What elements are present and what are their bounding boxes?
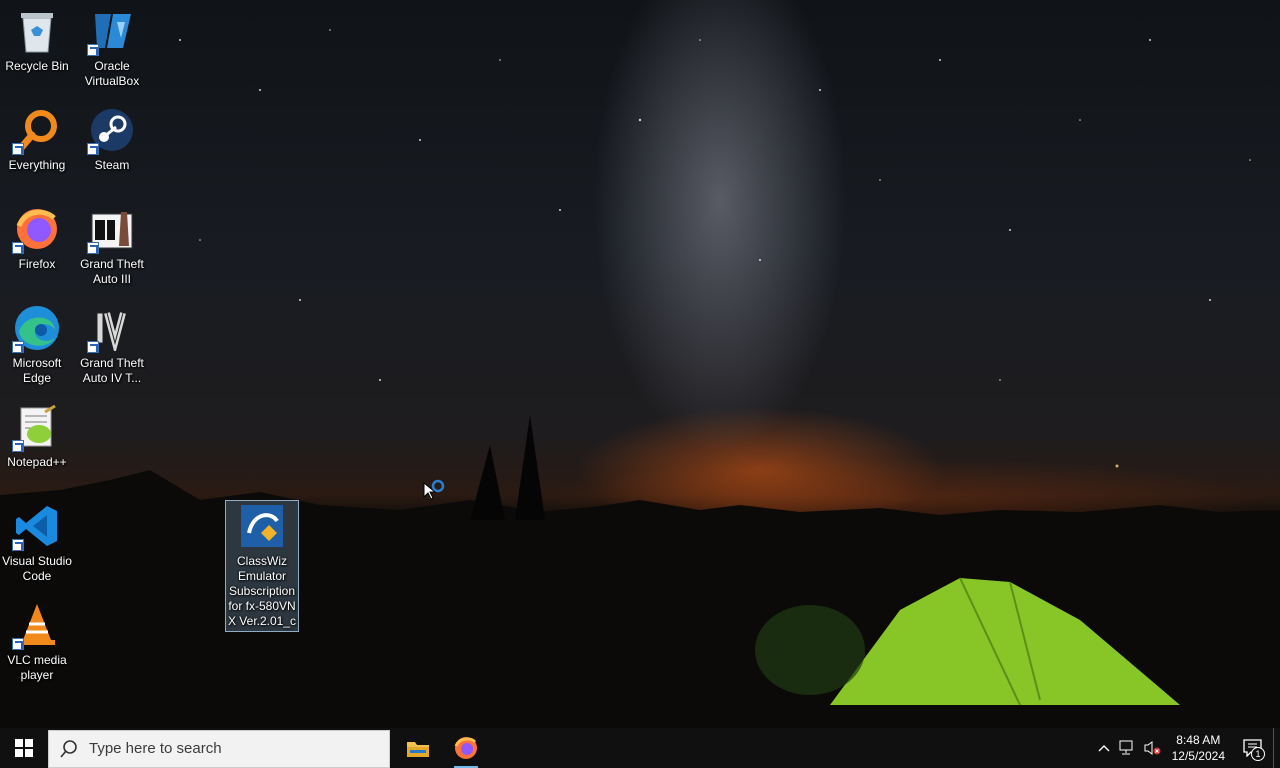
start-button[interactable] [0,728,48,768]
network-status-button[interactable] [1116,728,1140,768]
desktop-icon-label: Steam [94,158,130,172]
desktop-icon-label: Recycle Bin [5,59,69,73]
action-center-button[interactable]: 1 [1233,728,1273,768]
search-icon [60,739,77,758]
clock-date: 12/5/2024 [1171,749,1225,763]
shortcut-arrow-icon [87,341,99,353]
desktop-icon-label: Microsoft Edge [12,356,62,385]
taskbar: Type here to search 8:48 AM 12/5/2024 1 [0,728,1280,768]
edge-icon [12,303,62,353]
desktop-icon-recycle-bin[interactable]: Recycle Bin [0,6,74,74]
busy-cursor-icon [423,479,445,500]
system-tray: 8:48 AM 12/5/2024 1 [1092,728,1280,768]
desktop-icon-steam[interactable]: Steam [75,105,149,173]
shortcut-arrow-icon [12,539,24,551]
folder-icon [407,742,429,757]
shortcut-arrow-icon [87,44,99,56]
desktop-icon-classwiz-emulator[interactable]: ClassWiz Emulator Subscription for fx-58… [225,500,299,632]
vlc-cone-icon [12,600,62,650]
desktop-icon-firefox[interactable]: Firefox [0,204,74,272]
everything-icon [12,105,62,155]
search-placeholder: Type here to search [89,740,222,757]
desktop-icon-gta-iv[interactable]: Grand Theft Auto IV T... [75,303,149,386]
shortcut-arrow-icon [87,242,99,254]
desktop-icon-label: VLC media player [7,653,67,682]
clock-time: 8:48 AM [1176,733,1221,747]
desktop-icon-oracle-virtualbox[interactable]: Oracle VirtualBox [75,6,149,89]
chevron-up-icon [1098,745,1110,752]
shortcut-arrow-icon [12,638,24,650]
desktop-icon-vlc[interactable]: VLC media player [0,600,74,683]
desktop-icon-label: Grand Theft Auto III [80,257,144,286]
shortcut-arrow-icon [87,143,99,155]
speaker-muted-icon [1144,741,1161,755]
virtualbox-icon [87,6,137,56]
volume-button[interactable] [1140,728,1164,768]
wallpaper-night-sky [0,29,1280,728]
taskbar-file-explorer[interactable] [394,728,442,768]
desktop-background: Recycle Bin Everything Firefox Microsoft… [0,0,1280,728]
desktop-icon-label: ClassWiz Emulator Subscription for fx-58… [227,554,297,628]
recycle-bin-icon [12,6,62,56]
firefox-icon [12,204,62,254]
steam-icon [87,105,137,155]
gta-iv-icon [87,303,137,353]
show-desktop-button[interactable] [1273,728,1280,768]
notepad-plus-plus-icon [12,402,62,452]
taskbar-firefox[interactable] [442,728,490,768]
desktop-icon-visual-studio-code[interactable]: Visual Studio Code [0,501,74,584]
shortcut-arrow-icon [12,341,24,353]
vscode-icon [12,501,62,551]
desktop-icon-microsoft-edge[interactable]: Microsoft Edge [0,303,74,386]
taskbar-search-box[interactable]: Type here to search [48,729,390,768]
desktop-icon-label: Grand Theft Auto IV T... [80,356,144,385]
notification-count-badge: 1 [1251,747,1265,761]
desktop-icon-label: Oracle VirtualBox [84,59,140,88]
desktop-icon-gta-iii[interactable]: Grand Theft Auto III [75,204,149,287]
firefox-icon [454,737,477,759]
network-icon [1119,740,1133,755]
desktop-icon-label: Visual Studio Code [2,554,72,583]
windows-logo-icon [15,739,33,757]
desktop-icon-everything[interactable]: Everything [0,105,74,173]
classwiz-emulator-icon [237,501,287,551]
show-hidden-icons-button[interactable] [1092,728,1116,768]
shortcut-arrow-icon [12,440,24,452]
desktop-icon-notepad-plus-plus[interactable]: Notepad++ [0,402,74,470]
taskbar-clock[interactable]: 8:48 AM 12/5/2024 [1164,732,1233,764]
shortcut-arrow-icon [12,143,24,155]
desktop-icon-label: Everything [8,158,66,172]
desktop-icon-label: Notepad++ [7,455,67,469]
shortcut-arrow-icon [12,242,24,254]
gta-iii-icon [87,204,137,254]
desktop-icon-label: Firefox [18,257,56,271]
